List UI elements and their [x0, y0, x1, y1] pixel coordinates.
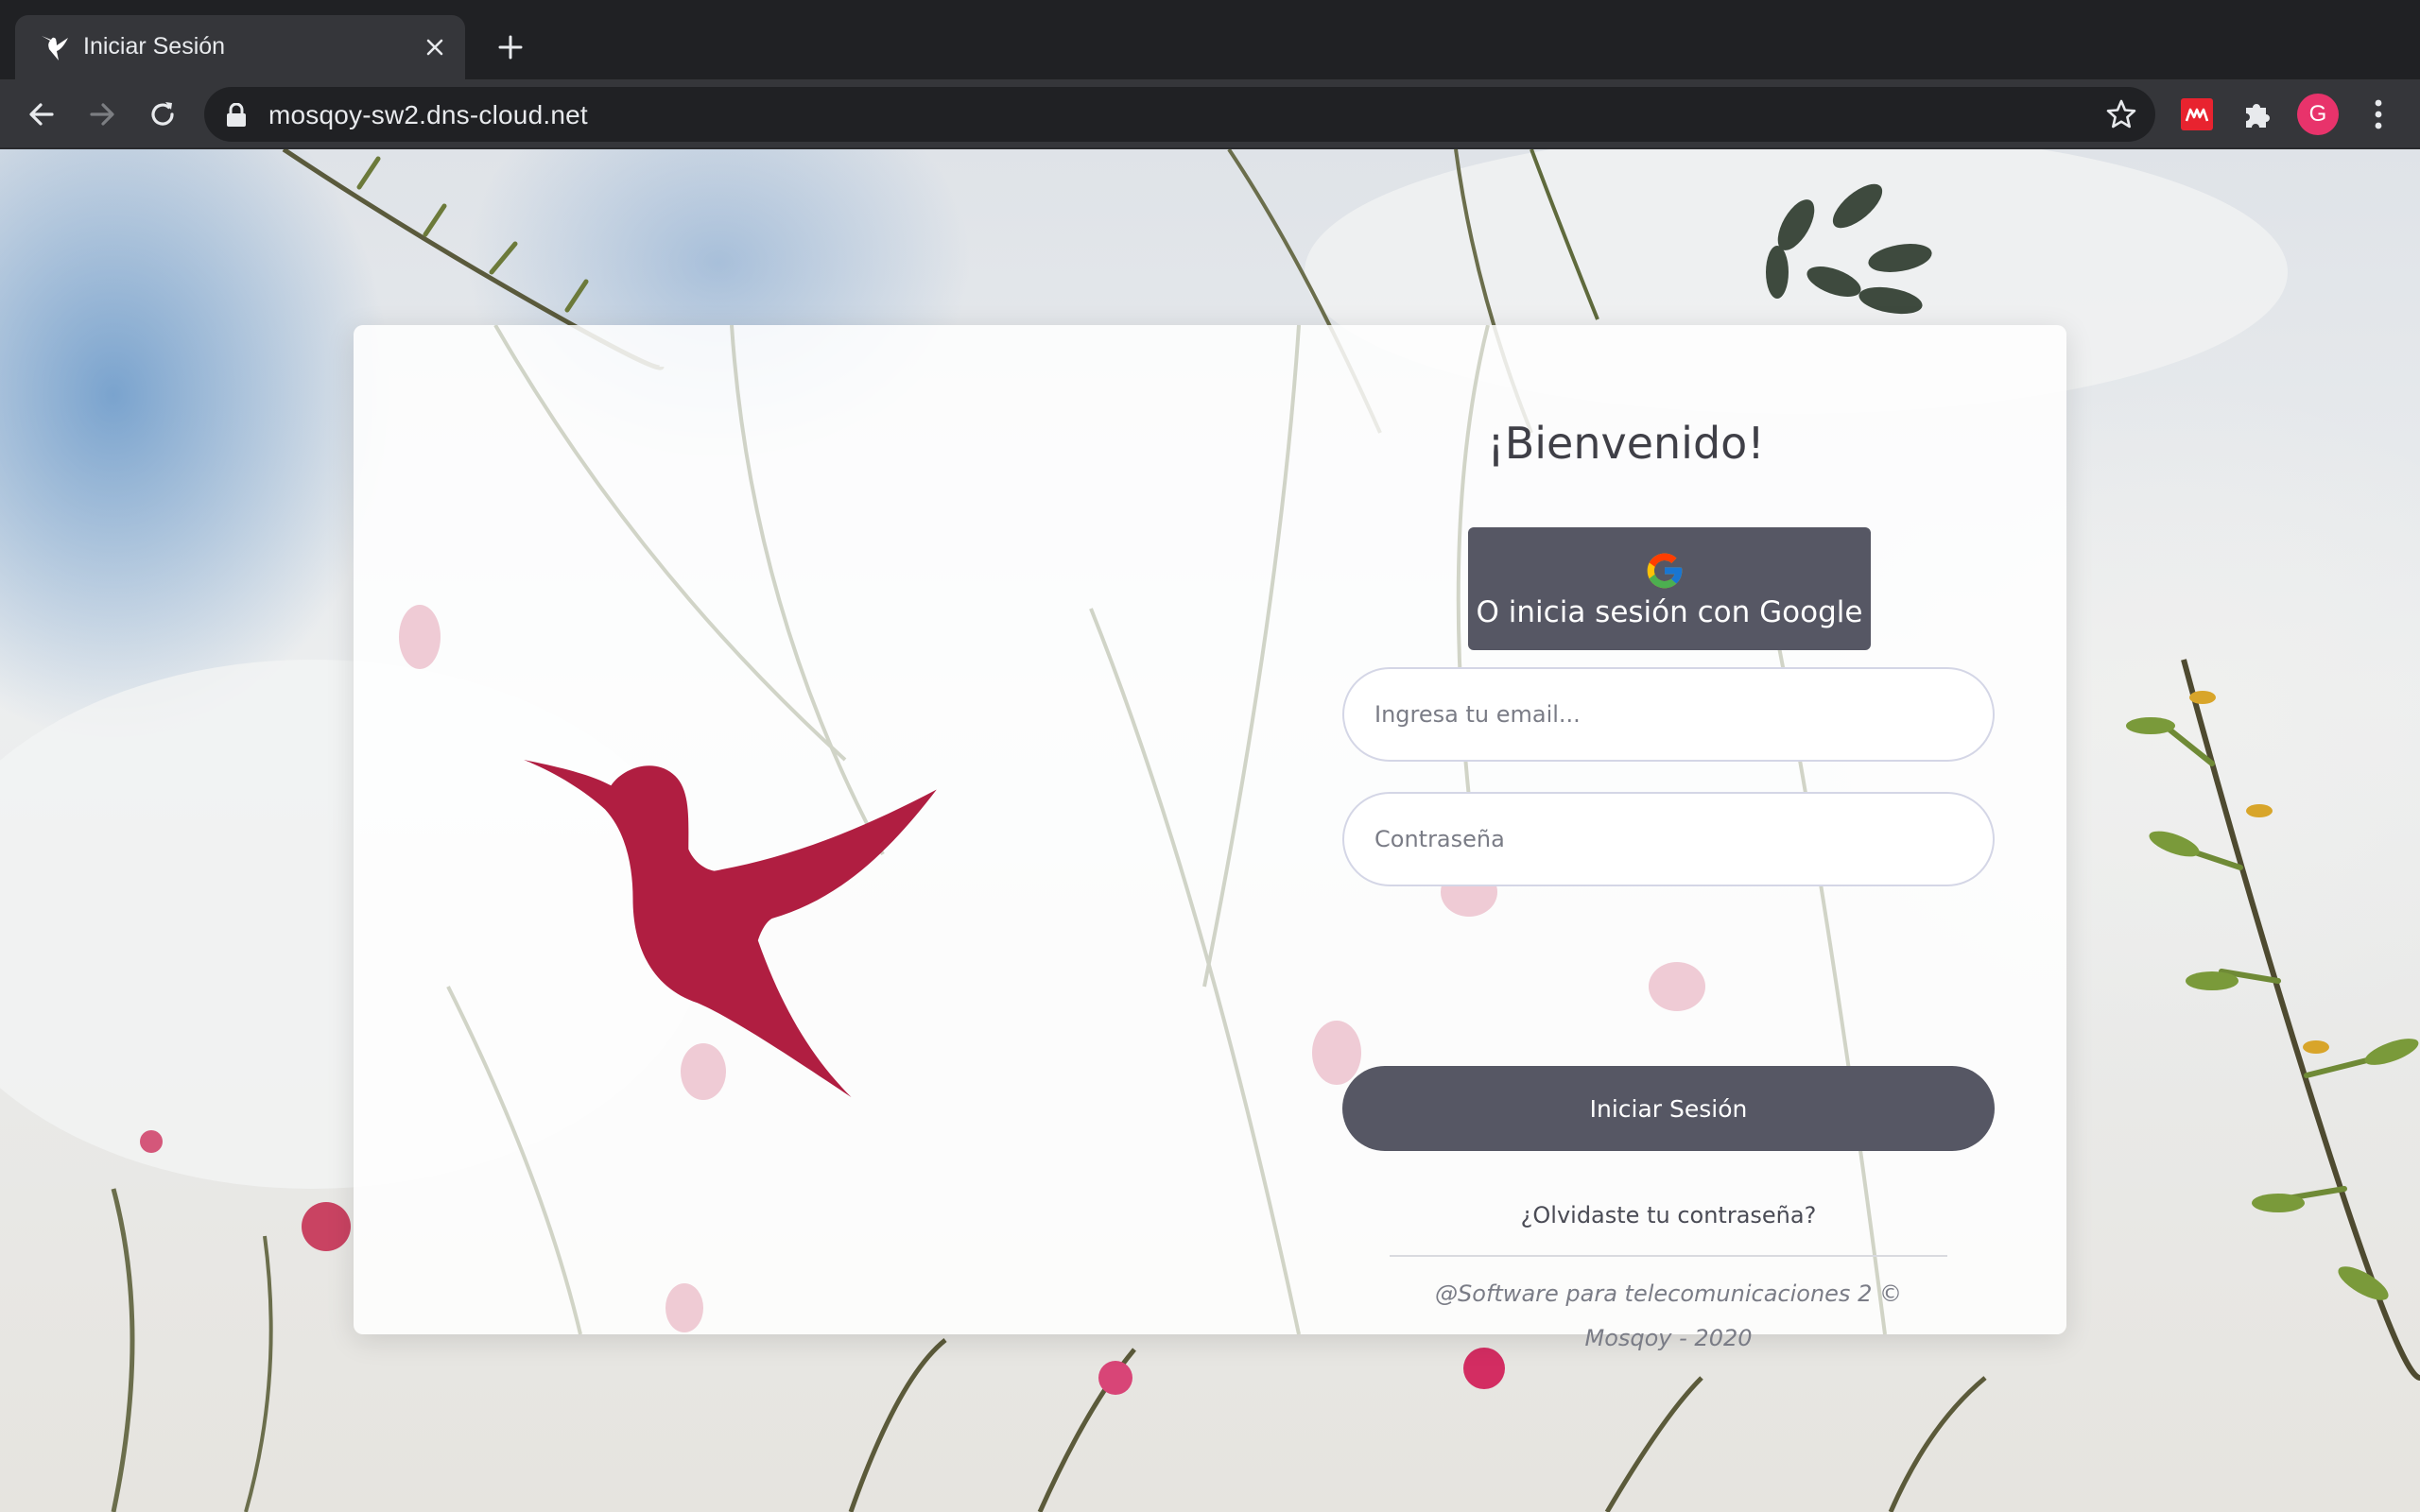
google-signin-label: O inicia sesión con Google: [1476, 595, 1863, 629]
back-arrow-icon[interactable]: [19, 92, 64, 137]
menu-dots-icon[interactable]: [2356, 92, 2401, 137]
password-field[interactable]: Contraseña: [1342, 792, 1995, 886]
google-icon: [1647, 553, 1683, 589]
footer-text: @Software para telecomunicaciones 2 © Mo…: [1435, 1280, 1902, 1351]
avatar-button[interactable]: G: [2295, 92, 2341, 137]
url-text: mosqoy-sw2.dns-cloud.net: [268, 100, 588, 129]
login-button[interactable]: Iniciar Sesión: [1342, 1066, 1995, 1151]
hummingbird-favicon-icon: [42, 36, 68, 60]
forward-arrow-icon[interactable]: [79, 92, 125, 137]
browser-toolbar: mosqoy-sw2.dns-cloud.net G: [0, 79, 2420, 149]
reload-icon[interactable]: [140, 92, 185, 137]
browser-tabstrip: Iniciar Sesión: [0, 0, 2420, 79]
browser-tab[interactable]: Iniciar Sesión: [15, 15, 465, 79]
welcome-heading: ¡Bienvenido!: [1487, 418, 1765, 469]
google-signin-button[interactable]: O inicia sesión con Google: [1468, 527, 1871, 650]
close-icon[interactable]: [416, 28, 454, 66]
email-field[interactable]: Ingresa tu email...: [1342, 667, 1995, 762]
login-card: ¡Bienvenido! O inicia sesión con Google …: [354, 325, 2066, 1351]
hummingbird-logo: [524, 760, 937, 1097]
star-icon[interactable]: [2104, 97, 2138, 131]
login-form: ¡Bienvenido! O inicia sesión con Google …: [1322, 325, 1995, 1351]
extension-red-icon[interactable]: [2174, 92, 2220, 137]
divider: [1390, 1255, 1947, 1257]
address-bar[interactable]: mosqoy-sw2.dns-cloud.net: [204, 87, 2155, 142]
plus-icon[interactable]: [490, 26, 531, 68]
lock-icon: [227, 103, 246, 127]
email-placeholder: Ingresa tu email...: [1374, 701, 1581, 728]
password-placeholder: Contraseña: [1374, 826, 1505, 852]
page-viewport: ¡Bienvenido! O inicia sesión con Google …: [0, 149, 2420, 1512]
tab-title: Iniciar Sesión: [83, 33, 226, 60]
puzzle-icon[interactable]: [2235, 92, 2280, 137]
avatar: G: [2297, 94, 2339, 135]
forgot-password-link[interactable]: ¿Olvidaste tu contraseña?: [1342, 1202, 1995, 1228]
